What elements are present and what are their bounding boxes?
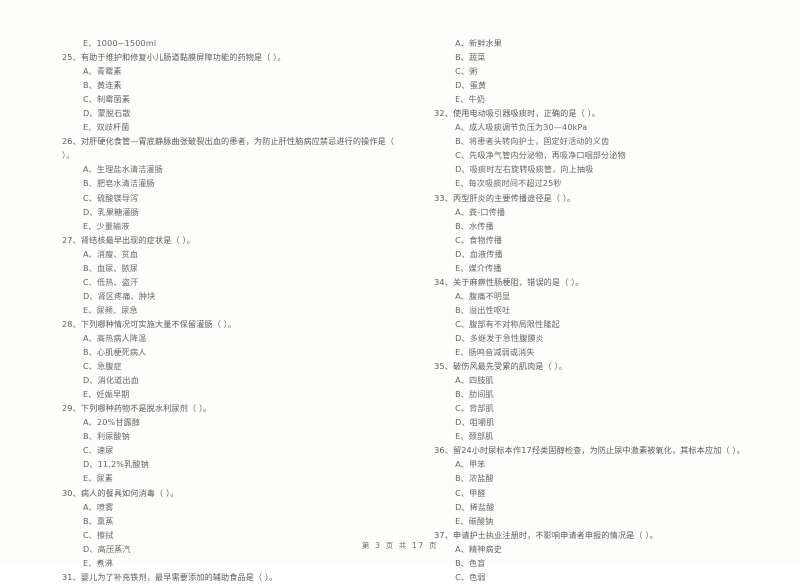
- two-column-body: E、1000~1500ml 25、有助于维护和修复小儿肠道黏膜屏障功能的药物是（ …: [0, 36, 800, 582]
- option-line: B、将患者头转向护士，固定好活动的义齿: [455, 136, 610, 147]
- option-line: E、尿频、尿急: [83, 304, 138, 315]
- right-column: A、新鲜水果 B、蔬菜 C、粥 D、蛋黄 E、牛奶 32、使用电动吸引器吸痰时，正确的是（…: [412, 36, 800, 582]
- question-stem: 32、使用电动吸引器吸痰时，正确的是（ ）。: [434, 108, 601, 119]
- question-stem: 25、有助于维护和修复小儿肠道黏膜屏障功能的药物是（ ）。: [62, 52, 286, 63]
- option-line: C、食物传播: [455, 234, 503, 245]
- question-stem: 30、病人的餐具如何消毒（ ）。: [62, 487, 179, 498]
- option-line: E、碳酸钠: [455, 515, 494, 526]
- option-line: C、甲醛: [455, 487, 486, 498]
- option-line: D、稀盐酸: [455, 501, 495, 512]
- question-stem: 26、对肝硬化食管—胃底静脉曲张破裂出血的患者，为防止肝性脑病应禁忌进行的操作是…: [62, 136, 395, 147]
- option-line: C、腹部有不对称局限性隆起: [455, 318, 560, 329]
- option-line: A、喷雾: [83, 501, 114, 512]
- question-stem-continuation: ）。: [62, 150, 75, 161]
- option-line: E、双歧杆菌: [83, 122, 130, 133]
- option-line: D、吸痰时左右旋转吸痰管，向上抽吸: [455, 164, 594, 175]
- option-line: C、色弱: [455, 571, 486, 582]
- option-line: C、低热、盗汗: [83, 276, 139, 287]
- option-line: B、心肌梗死病人: [83, 347, 147, 358]
- question-stem: 28、下列哪种情况可实施大量不保留灌肠（ ）。: [62, 318, 237, 329]
- option-line: A、高热病人降温: [83, 332, 147, 343]
- option-line: A、成人吸痰调节负压为30—40kPa: [455, 122, 588, 133]
- option-line: C、先吸净气管内分泌物，再吸净口咽部分泌物: [455, 150, 626, 161]
- option-line: A、生理盐水清洁灌肠: [83, 164, 163, 175]
- option-line: A、20%甘露醇: [83, 417, 141, 428]
- option-line: E、妊娠早期: [83, 389, 130, 400]
- option-line: D、11.2%乳酸钠: [83, 459, 149, 470]
- option-line: B、肥皂水清洁灌肠: [83, 178, 155, 189]
- option-line: B、蔬菜: [455, 52, 486, 63]
- option-line: B、肋间肌: [455, 389, 494, 400]
- option-line: D、肾区疼痛、肿块: [83, 290, 156, 301]
- option-line: B、血尿、脓尿: [83, 262, 139, 273]
- question-stem: 27、肾结核最早出现的症状是（ ）。: [62, 234, 195, 245]
- option-line: A、腹痛不明显: [455, 290, 511, 301]
- option-line: A、消瘦、贫血: [83, 248, 139, 259]
- option-line: C、粥: [455, 66, 478, 77]
- option-line: A、新鲜水果: [455, 38, 503, 48]
- option-line: E、牛奶: [455, 94, 486, 105]
- option-line: B、水传播: [455, 220, 494, 231]
- option-line: C、背部肌: [455, 403, 494, 414]
- option-line: E、每次吸痰时间不超过25秒: [455, 178, 562, 189]
- option-line: E、颈部肌: [455, 431, 494, 442]
- option-line: E、尿素: [83, 473, 113, 484]
- option-line: E、煮沸: [83, 557, 113, 568]
- question-stem: 29、下列哪种药物不是脱水利尿剂（ ）。: [62, 403, 212, 414]
- option-line: B、黄连素: [83, 80, 122, 91]
- option-line: C、制霉菌素: [83, 94, 131, 105]
- option-line: C、急腹症: [83, 361, 122, 372]
- question-stem: 31、婴儿为了补充铁剂，最早需要添加的辅助食品是（ ）。: [62, 571, 278, 582]
- option-line: D、消化道出血: [83, 375, 139, 386]
- question-stem: 34、关于麻痹性肠梗阻，错误的是（ ）。: [434, 276, 584, 287]
- option-line: E、媒介传播: [455, 262, 502, 273]
- page-footer: 第 3 页 共 17 页: [361, 541, 439, 550]
- option-line: A、四肢肌: [455, 375, 494, 386]
- page-canvas: E、1000~1500ml 25、有助于维护和修复小儿肠道黏膜屏障功能的药物是（ …: [0, 0, 800, 582]
- option-line: C、速尿: [83, 445, 114, 456]
- option-line: D、多继发于急性腹膜炎: [455, 332, 544, 343]
- option-line: B、浓盐酸: [455, 473, 494, 484]
- question-stem: 36、留24小时尿标本作17羟类固醇检查，为防止尿中激素被氧化，其标本应加（ ）…: [434, 445, 745, 456]
- option-line: E、1000~1500ml: [83, 38, 157, 48]
- left-column: E、1000~1500ml 25、有助于维护和修复小儿肠道黏膜屏障功能的药物是（ …: [0, 36, 412, 582]
- option-line: B、利尿酸钠: [83, 431, 130, 442]
- option-line: D、咀嚼肌: [455, 417, 495, 428]
- option-line: A、青霉素: [83, 66, 122, 77]
- option-line: B、熏蒸: [83, 515, 114, 526]
- option-line: C、硫酸镁导泻: [83, 192, 139, 203]
- option-line: E、少量输液: [83, 220, 130, 231]
- question-stem: 33、丙型肝炎的主要传播途径是（ ）。: [434, 192, 576, 203]
- option-line: A、粪-口传播: [455, 206, 506, 217]
- question-stem: 35、破伤风最先受累的肌肉是（ ）。: [434, 361, 568, 372]
- option-line: B、色盲: [455, 557, 486, 568]
- option-line: B、溢出性呕吐: [455, 304, 511, 315]
- option-line: E、肠鸣音减弱或消失: [455, 347, 535, 358]
- option-line: D、蛋黄: [455, 80, 487, 91]
- option-line: D、蒙脱石散: [83, 108, 131, 119]
- option-line: D、血液传播: [455, 248, 503, 259]
- option-line: A、甲苯: [455, 459, 486, 470]
- option-line: D、乳果糖灌肠: [83, 206, 139, 217]
